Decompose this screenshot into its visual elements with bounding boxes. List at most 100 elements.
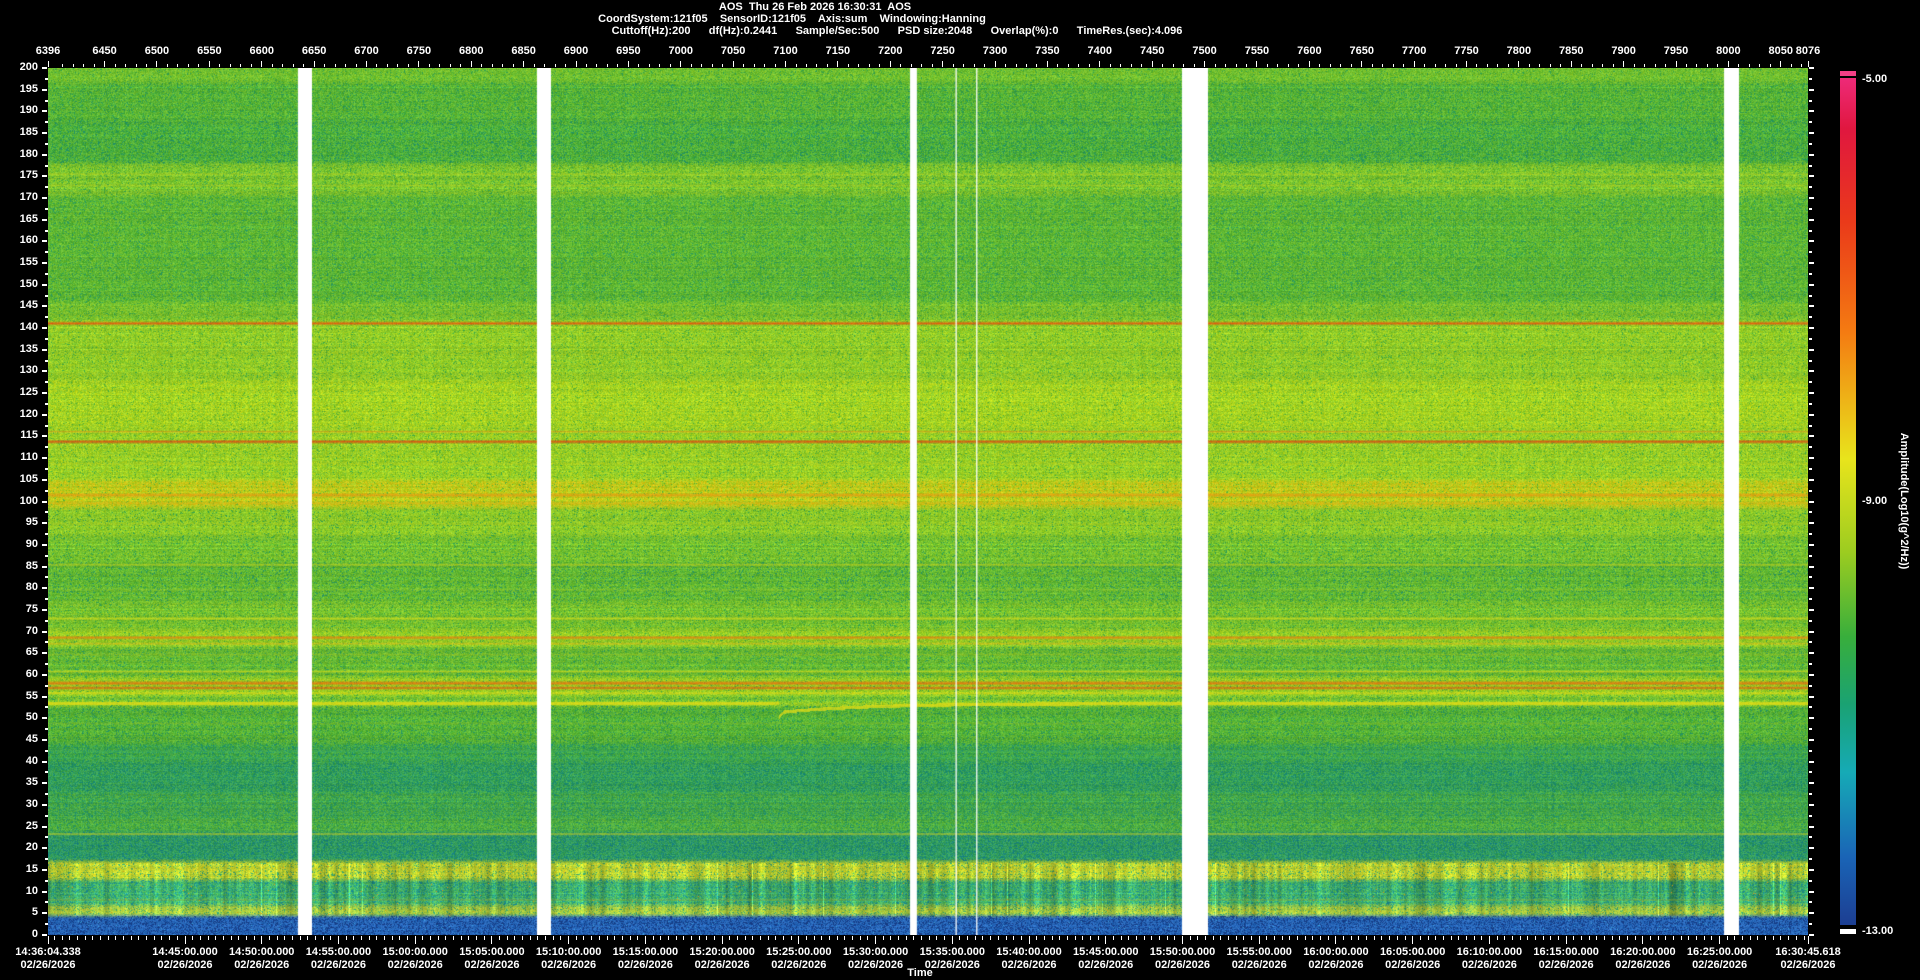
freq-minor-tick bbox=[1809, 164, 1812, 167]
time-minor-tick bbox=[813, 936, 815, 940]
top-axis-minor-tick bbox=[606, 64, 608, 67]
freq-axis-label: 140 bbox=[19, 321, 38, 334]
freq-minor-tick bbox=[1809, 467, 1812, 470]
time-major-tick bbox=[261, 936, 263, 944]
freq-axis-label: 125 bbox=[19, 386, 38, 399]
time-minor-tick bbox=[806, 936, 808, 940]
freq-minor-tick bbox=[1809, 771, 1812, 774]
time-minor-tick bbox=[997, 936, 999, 940]
freq-axis-label: 100 bbox=[19, 494, 38, 507]
top-axis-minor-tick bbox=[701, 64, 703, 67]
top-axis-minor-tick bbox=[1581, 64, 1583, 67]
freq-major-tick bbox=[42, 457, 47, 460]
freq-minor-tick bbox=[1809, 251, 1812, 254]
top-axis-label: 6650 bbox=[301, 45, 327, 57]
time-minor-tick bbox=[399, 936, 401, 940]
freq-major-tick bbox=[1809, 413, 1814, 416]
freq-major-tick bbox=[42, 934, 47, 936]
time-minor-tick bbox=[1534, 936, 1536, 940]
time-minor-tick bbox=[1373, 936, 1375, 940]
time-minor-tick bbox=[1312, 936, 1314, 940]
freq-major-tick bbox=[1809, 175, 1814, 178]
top-axis-minor-tick bbox=[795, 64, 797, 67]
time-minor-tick bbox=[253, 936, 255, 940]
time-minor-tick bbox=[1481, 936, 1483, 940]
colorbar-min-label: -13.00 bbox=[1862, 925, 1894, 937]
top-axis-minor-tick bbox=[1424, 64, 1426, 67]
time-minor-tick bbox=[1297, 936, 1299, 940]
colorbar-under-cap bbox=[1840, 929, 1856, 934]
time-minor-tick bbox=[560, 936, 562, 940]
time-minor-tick bbox=[1542, 936, 1544, 940]
top-axis-minor-tick bbox=[816, 64, 818, 67]
time-minor-tick bbox=[836, 936, 838, 940]
top-axis-major-tick bbox=[470, 61, 472, 67]
top-axis-minor-tick bbox=[114, 64, 116, 67]
freq-major-tick bbox=[1809, 478, 1814, 481]
time-major-tick bbox=[47, 936, 49, 944]
freq-axis-label: 135 bbox=[19, 342, 38, 355]
top-axis-minor-tick bbox=[1214, 64, 1216, 67]
top-axis-minor-tick bbox=[512, 64, 514, 67]
time-minor-tick bbox=[1803, 936, 1805, 940]
date-label: 02/26/2026 bbox=[1780, 959, 1836, 971]
top-axis-label: 7000 bbox=[668, 45, 693, 57]
top-axis-minor-tick bbox=[596, 64, 598, 67]
time-minor-tick bbox=[238, 936, 240, 940]
freq-major-tick bbox=[42, 435, 47, 438]
time-minor-tick bbox=[130, 936, 132, 940]
spectrogram-canvas[interactable] bbox=[48, 68, 1808, 935]
time-minor-tick bbox=[545, 936, 547, 940]
time-minor-tick bbox=[1765, 936, 1767, 940]
top-axis-label: 7350 bbox=[1035, 45, 1060, 57]
freq-major-tick bbox=[1809, 88, 1814, 91]
time-minor-tick bbox=[384, 936, 385, 940]
freq-major-tick bbox=[1809, 717, 1814, 720]
time-minor-tick bbox=[1166, 936, 1168, 940]
top-axis-minor-tick bbox=[669, 64, 671, 67]
freq-axis-label: 85 bbox=[25, 559, 38, 572]
time-minor-tick bbox=[1688, 936, 1690, 940]
top-axis-label: 6500 bbox=[144, 45, 170, 57]
freq-minor-tick bbox=[1809, 684, 1812, 687]
freq-minor-tick bbox=[1809, 489, 1812, 492]
time-minor-tick bbox=[1604, 936, 1605, 940]
top-axis-major-tick bbox=[1623, 61, 1625, 67]
time-minor-tick bbox=[1381, 936, 1383, 940]
top-axis-minor-tick bbox=[1120, 64, 1122, 67]
date-label: 02/26/2026 bbox=[20, 959, 76, 971]
freq-minor-tick bbox=[1809, 598, 1812, 601]
top-axis-label: 6800 bbox=[458, 45, 484, 57]
time-minor-tick bbox=[859, 936, 861, 940]
time-minor-tick bbox=[245, 936, 247, 940]
top-axis-minor-tick bbox=[1549, 64, 1551, 67]
freq-major-tick bbox=[1809, 868, 1814, 871]
top-axis-minor-tick bbox=[72, 64, 74, 67]
top-axis-minor-tick bbox=[921, 64, 923, 67]
top-axis-minor-tick bbox=[271, 64, 273, 67]
time-minor-tick bbox=[207, 936, 209, 940]
header-sensor-info: CoordSystem:121f05 SensorID:121f05 Axis:… bbox=[598, 13, 986, 25]
top-axis-minor-tick bbox=[145, 64, 147, 67]
time-minor-tick bbox=[192, 936, 194, 940]
top-axis-major-tick bbox=[418, 61, 420, 67]
top-axis-minor-tick bbox=[900, 64, 902, 67]
freq-major-tick bbox=[1809, 673, 1814, 676]
top-axis-major-tick bbox=[1727, 61, 1729, 67]
freq-major-tick bbox=[1809, 500, 1814, 503]
freq-major-tick bbox=[42, 175, 47, 178]
time-minor-tick bbox=[522, 936, 524, 940]
top-axis-minor-tick bbox=[1591, 64, 1593, 67]
time-minor-tick bbox=[1680, 936, 1682, 940]
freq-minor-tick bbox=[1809, 294, 1812, 297]
freq-minor-tick bbox=[1809, 402, 1812, 405]
time-minor-tick bbox=[1442, 936, 1444, 940]
freq-axis-label: 105 bbox=[19, 472, 38, 485]
top-axis-minor-tick bbox=[502, 64, 504, 67]
time-major-tick bbox=[1181, 936, 1183, 944]
time-minor-tick bbox=[1404, 936, 1406, 940]
top-axis-minor-tick bbox=[428, 64, 430, 67]
top-axis-minor-tick bbox=[1455, 64, 1457, 67]
top-axis-minor-tick bbox=[449, 64, 451, 67]
time-minor-tick bbox=[1243, 936, 1245, 940]
